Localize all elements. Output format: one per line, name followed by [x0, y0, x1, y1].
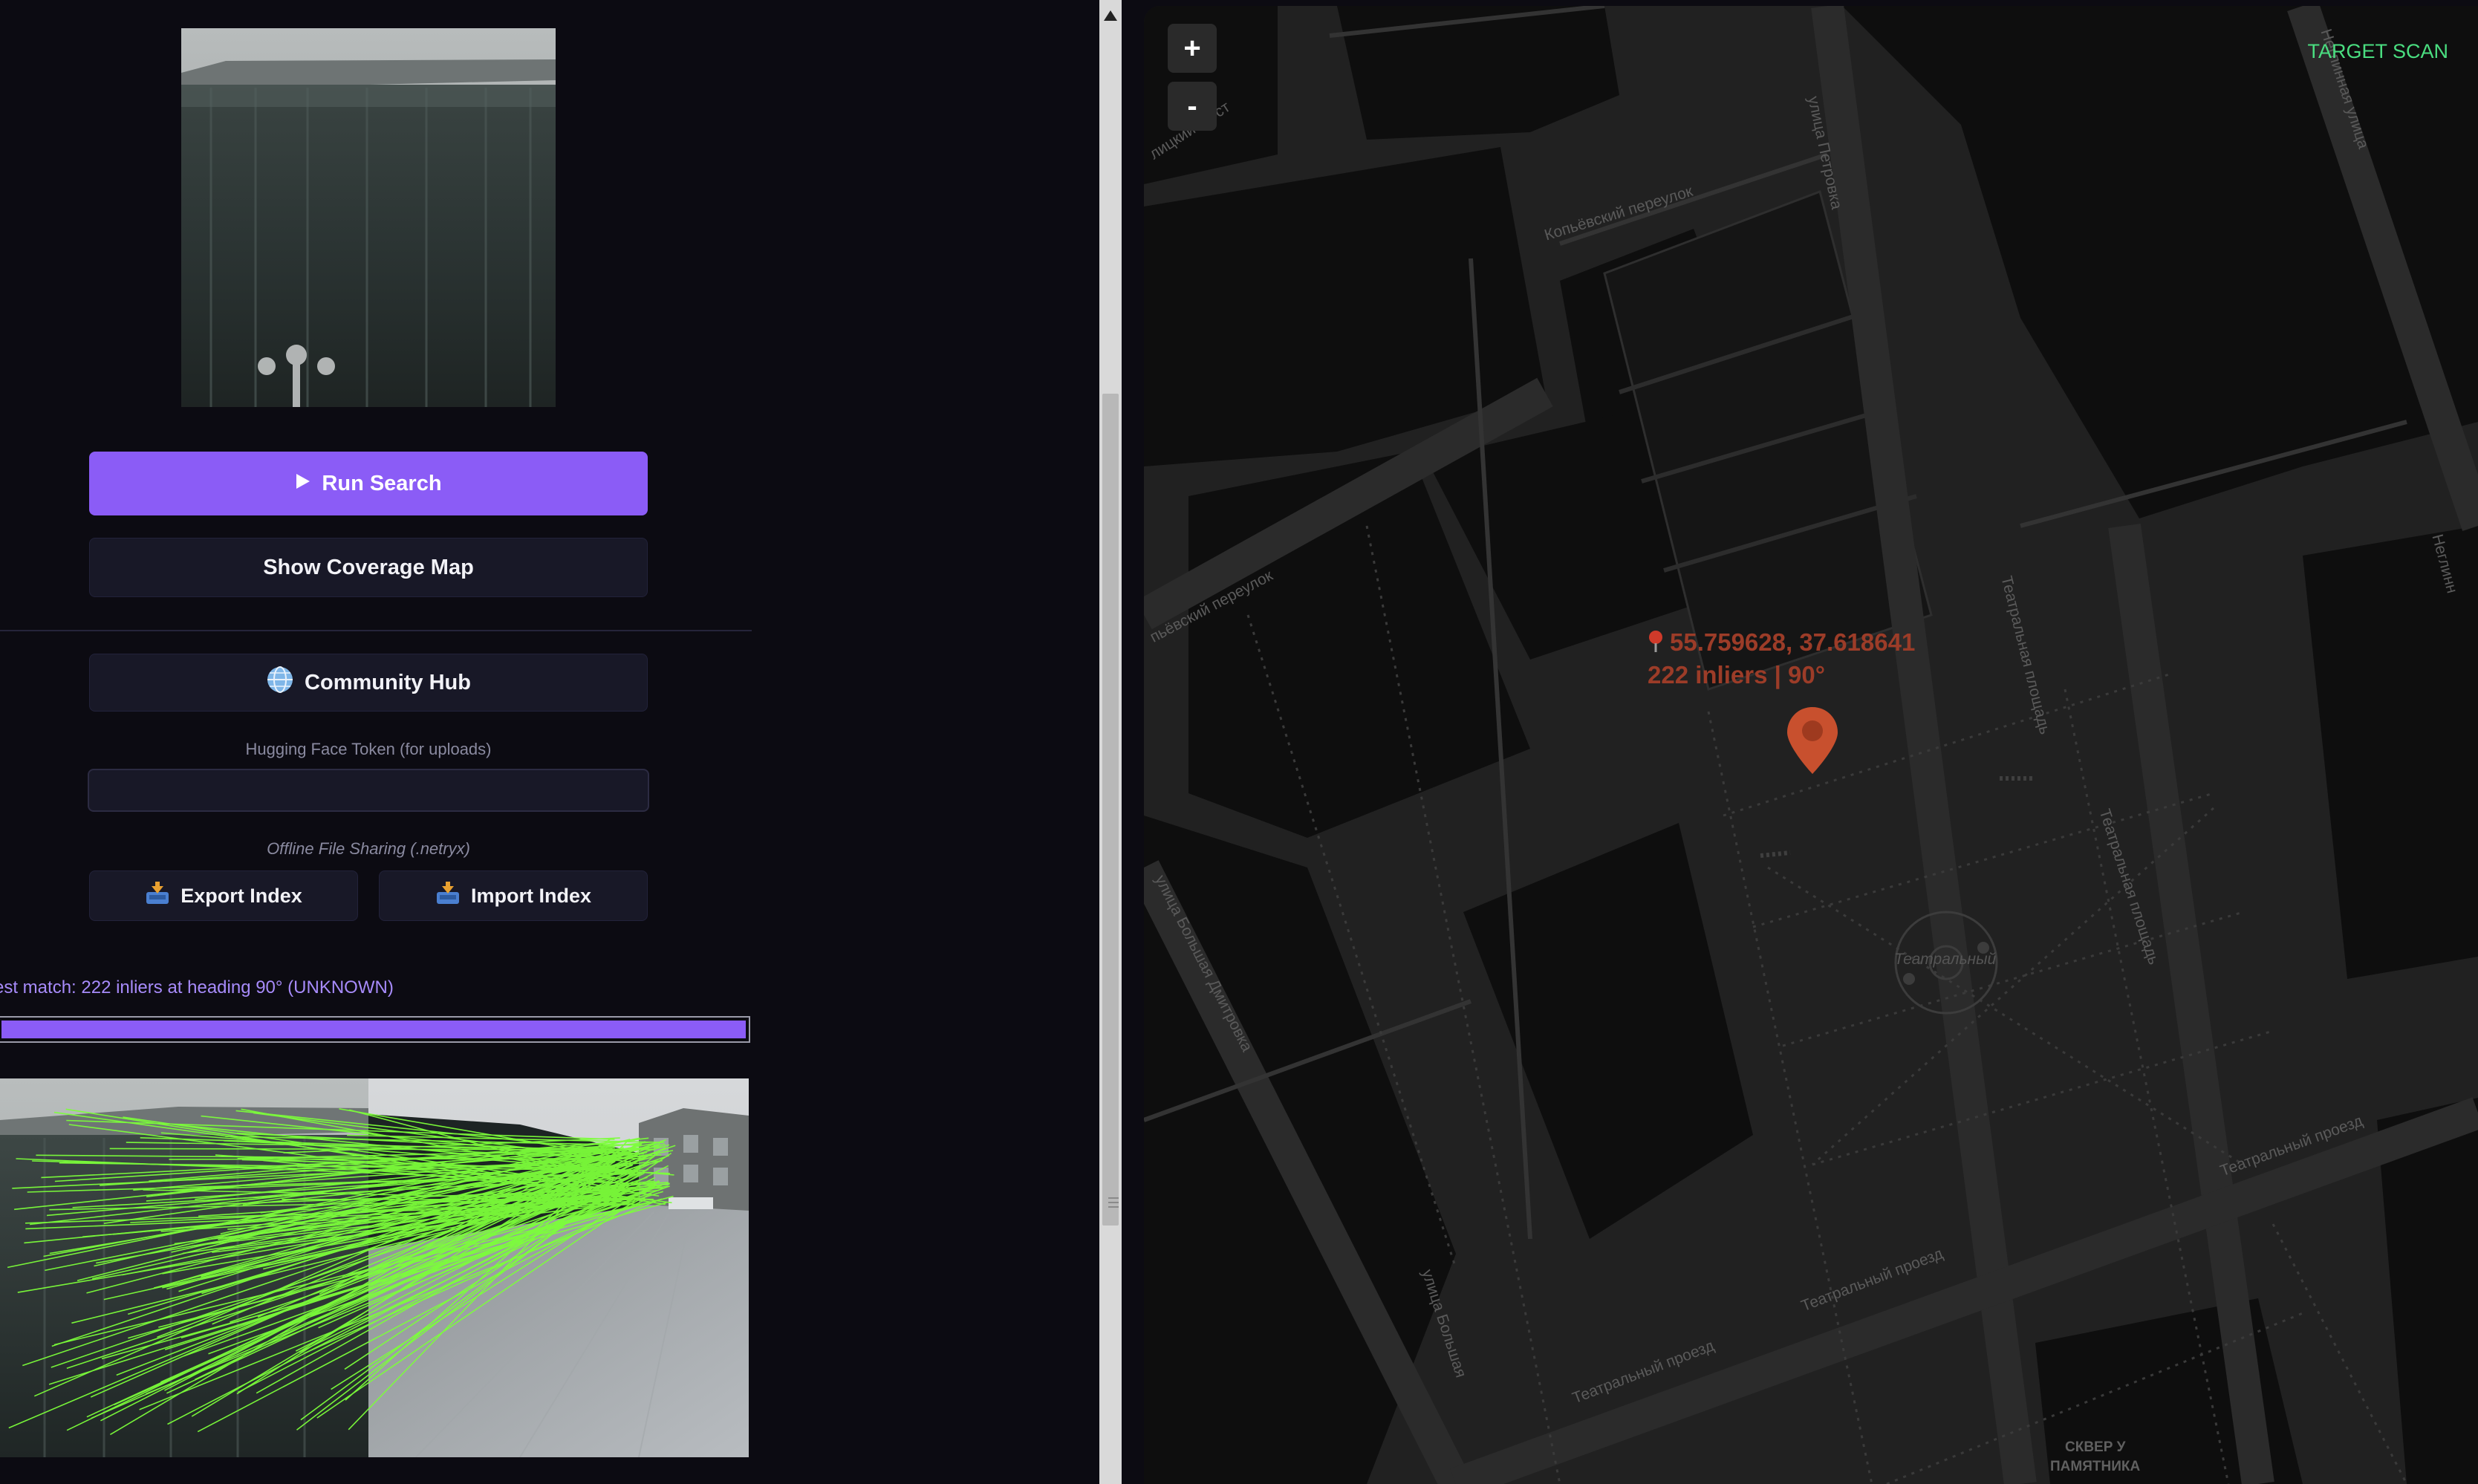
marker-coordinates: 55.759628, 37.618641 [1670, 628, 1916, 656]
show-coverage-label: Show Coverage Map [263, 555, 474, 579]
import-index-label: Import Index [470, 884, 591, 907]
export-index-button[interactable]: Export Index [89, 870, 358, 921]
progress-fill [1, 1021, 746, 1038]
inbox-tray-icon [145, 881, 170, 911]
run-search-button[interactable]: Run Search [89, 452, 648, 515]
marker-stats: 222 inliers | 90° [1648, 661, 1825, 689]
marker-label: 55.759628, 37.618641 222 inliers | 90° [1648, 627, 1915, 691]
globe-icon [266, 665, 294, 700]
map-pin-icon [1648, 628, 1664, 660]
run-search-label: Run Search [322, 471, 442, 495]
street-label: Театральный [1894, 951, 1997, 968]
status-text: est match: 222 inliers at heading 90° (U… [0, 977, 394, 998]
divider [0, 630, 752, 631]
import-index-button[interactable]: Import Index [379, 870, 648, 921]
export-index-label: Export Index [181, 884, 302, 907]
hf-token-input[interactable] [88, 769, 649, 812]
progress-bar [0, 1016, 750, 1043]
inbox-tray-icon [435, 881, 461, 911]
park-label: СКВЕР У [2065, 1439, 2126, 1455]
left-panel: Run Search Show Coverage Map Community H… [0, 0, 1098, 1484]
community-hub-button[interactable]: Community Hub [89, 654, 648, 712]
offline-sharing-label: Offline File Sharing (.netryx) [267, 839, 470, 858]
panel-scrollbar[interactable] [1099, 0, 1122, 1484]
match-visualization [0, 1078, 749, 1457]
scrollbar-thumb[interactable] [1102, 394, 1119, 1226]
target-scan-label: TARGET SCAN [2307, 40, 2448, 62]
map-basemap [1144, 6, 2478, 1484]
scroll-up-arrow-icon[interactable] [1099, 4, 1122, 27]
token-label: Hugging Face Token (for uploads) [245, 740, 492, 758]
panel-gap [1122, 0, 1144, 1484]
map-pin-icon [1787, 707, 1838, 774]
map-view[interactable]: улица Петровка Копьёвский переулок пьёвс… [1144, 6, 2478, 1484]
show-coverage-map-button[interactable]: Show Coverage Map [89, 538, 648, 597]
play-icon [295, 472, 311, 496]
query-image [181, 28, 556, 407]
zoom-out-button[interactable]: - [1168, 82, 1217, 131]
community-hub-label: Community Hub [305, 670, 471, 694]
zoom-in-button[interactable]: + [1168, 24, 1217, 73]
park-label: ПАМЯТНИКА [2050, 1459, 2141, 1474]
